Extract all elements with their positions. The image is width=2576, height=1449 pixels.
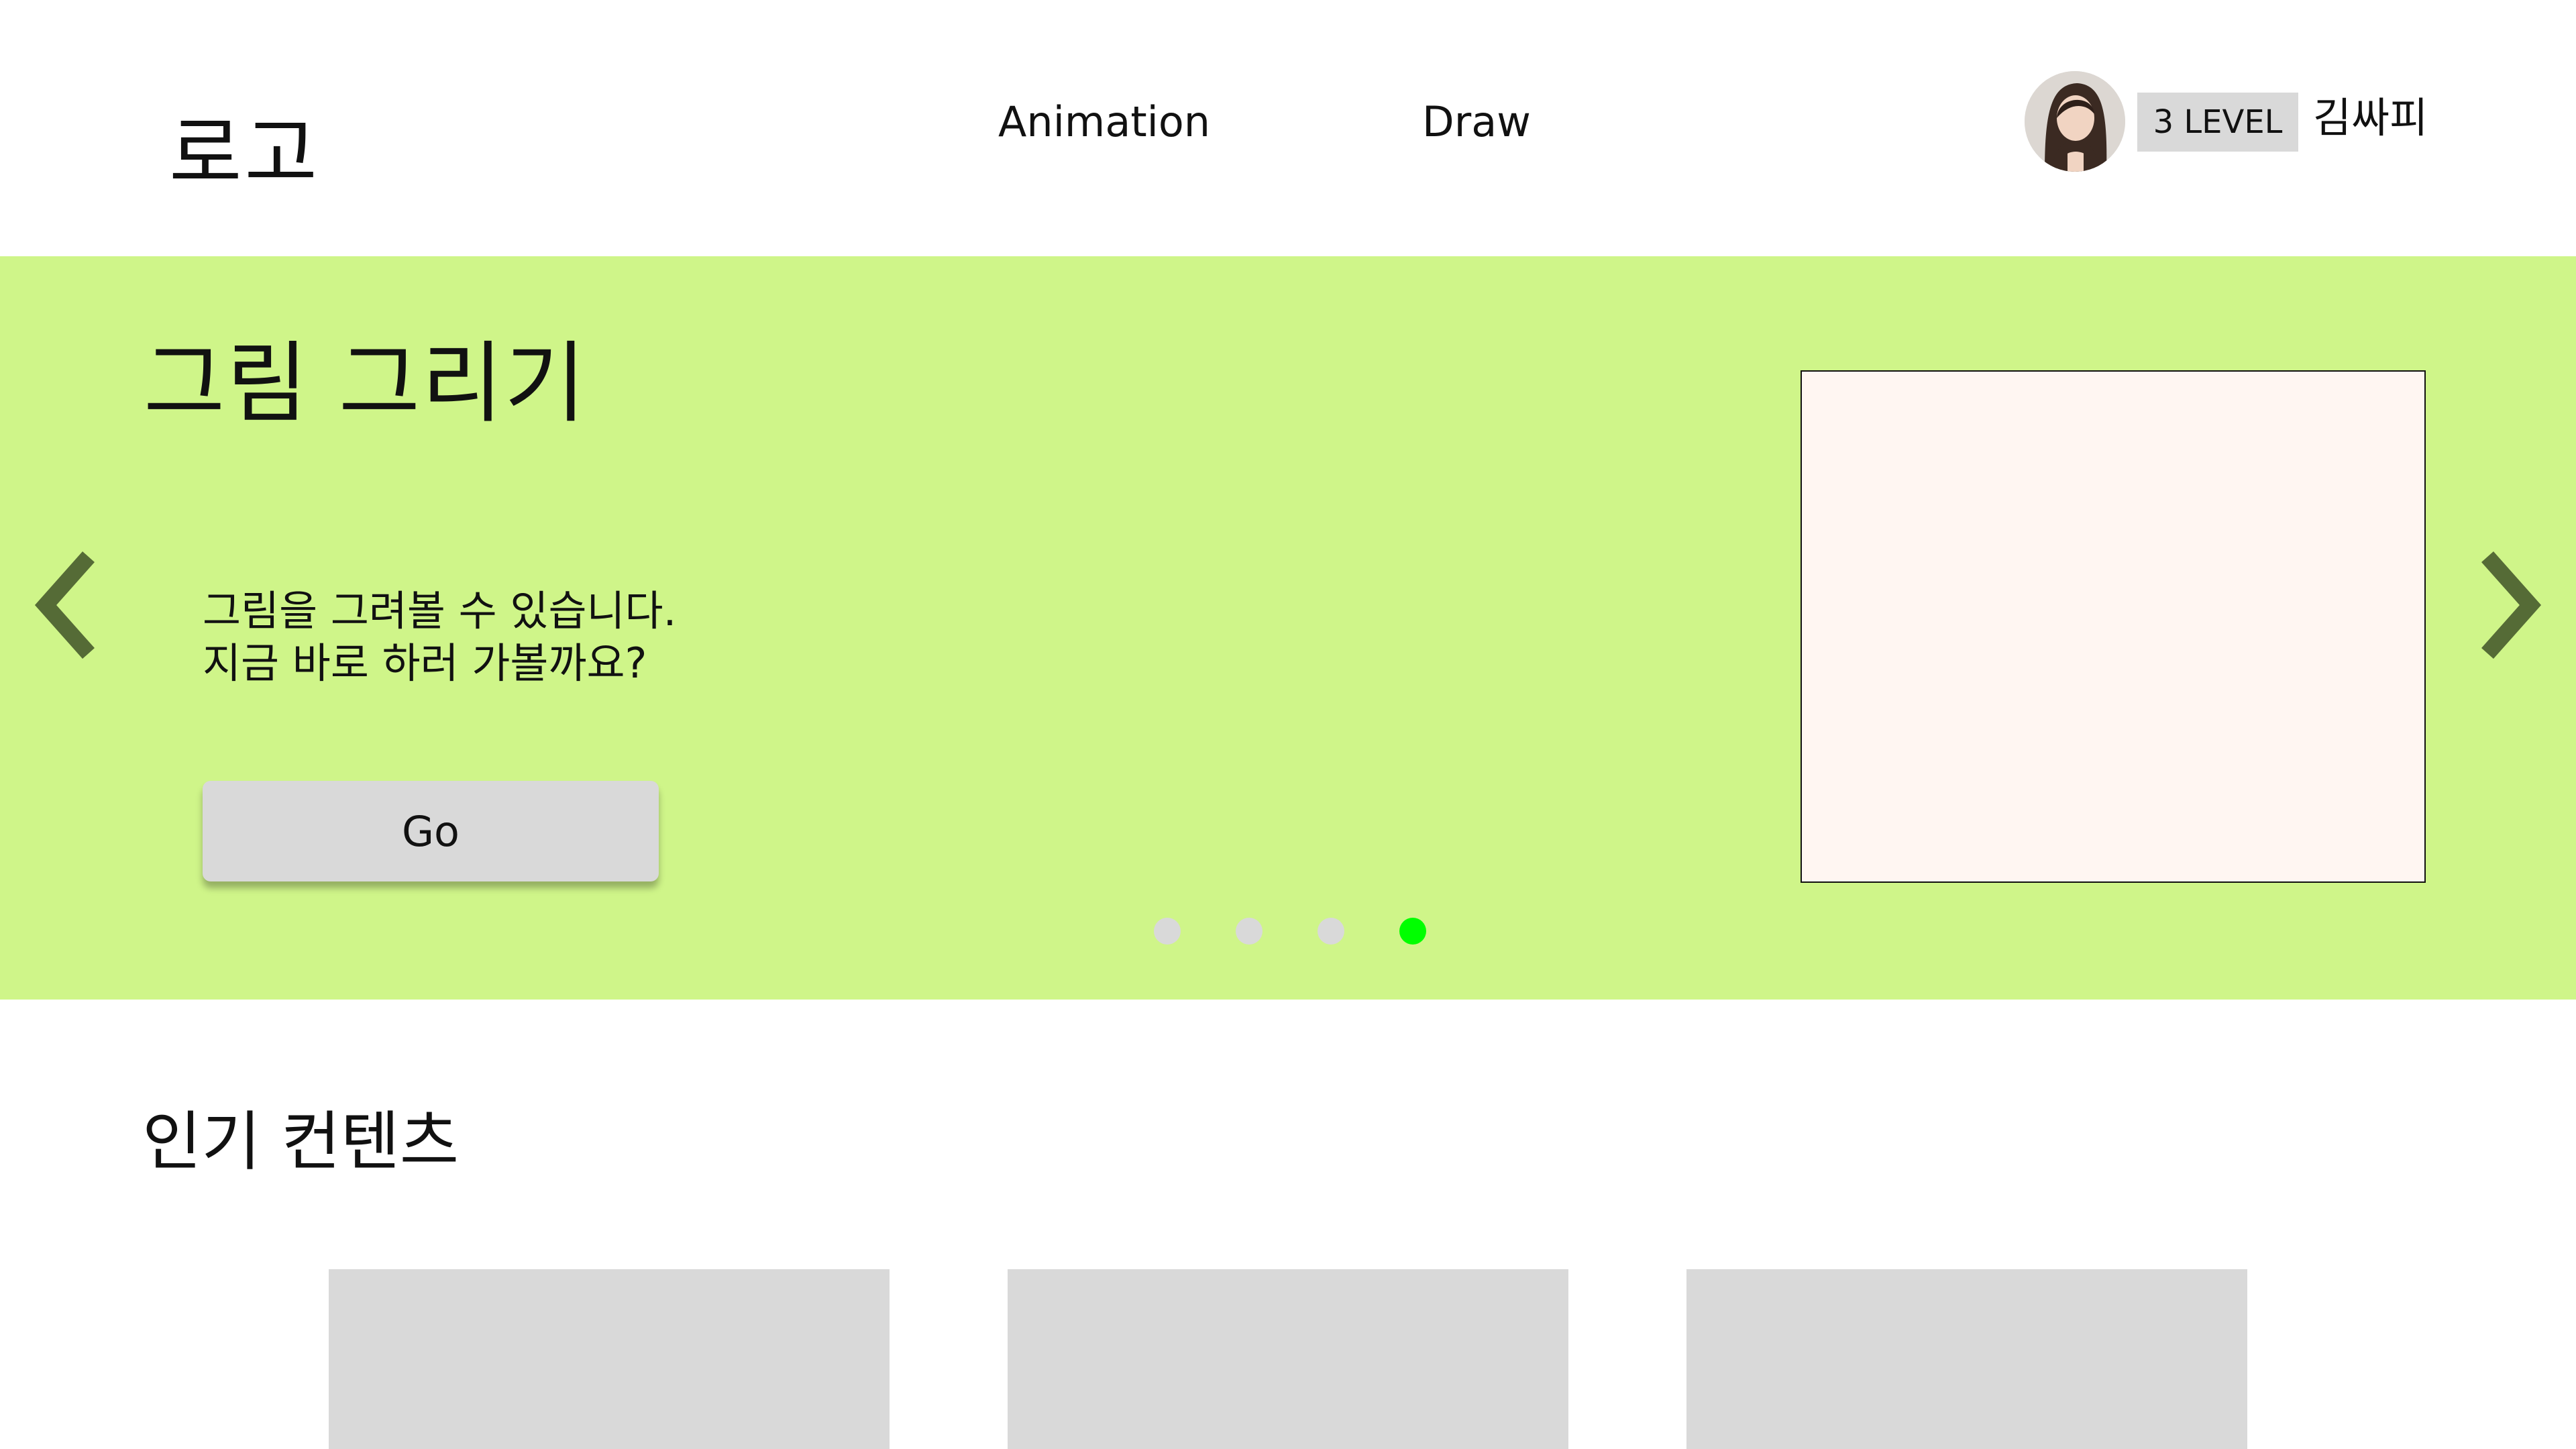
popular-card[interactable]: [1008, 1269, 1568, 1449]
hero-description-line: 그림을 그려볼 수 있습니다.: [203, 586, 677, 635]
avatar-image: [2025, 71, 2125, 172]
hero-description-line: 지금 바로 하러 가볼까요?: [203, 639, 647, 688]
carousel-prev-button[interactable]: [27, 538, 107, 672]
hero-banner: 그림 그리기 그림을 그려볼 수 있습니다. 지금 바로 하러 가볼까요? Go: [0, 256, 2576, 1000]
popular-card[interactable]: [1686, 1269, 2247, 1449]
carousel-dot-4[interactable]: [1399, 918, 1426, 945]
site-header: 로고 Animation Draw 3 LEVEL 김싸피: [0, 0, 2576, 256]
hero-description: 그림을 그려볼 수 있습니다. 지금 바로 하러 가볼까요?: [203, 585, 676, 690]
carousel-dot-3[interactable]: [1318, 918, 1344, 945]
go-button[interactable]: Go: [203, 781, 659, 881]
chevron-right-icon: [2481, 551, 2542, 659]
carousel-next-button[interactable]: [2469, 538, 2549, 672]
chevron-left-icon: [34, 551, 95, 659]
carousel-indicators: [1154, 918, 1426, 945]
user-avatar[interactable]: [2025, 71, 2125, 172]
nav-link-animation[interactable]: Animation: [998, 95, 1210, 149]
carousel-dot-2[interactable]: [1236, 918, 1263, 945]
user-name[interactable]: 김싸피: [2313, 91, 2428, 145]
carousel-dot-1[interactable]: [1154, 918, 1181, 945]
level-badge: 3 LEVEL: [2137, 93, 2298, 152]
popular-section-title: 인기 컨텐츠: [142, 1104, 460, 1179]
popular-card[interactable]: [329, 1269, 890, 1449]
hero-image-placeholder: [1801, 370, 2426, 883]
logo[interactable]: 로고: [169, 114, 320, 193]
nav-link-draw[interactable]: Draw: [1422, 95, 1531, 149]
hero-title: 그림 그리기: [144, 332, 588, 435]
